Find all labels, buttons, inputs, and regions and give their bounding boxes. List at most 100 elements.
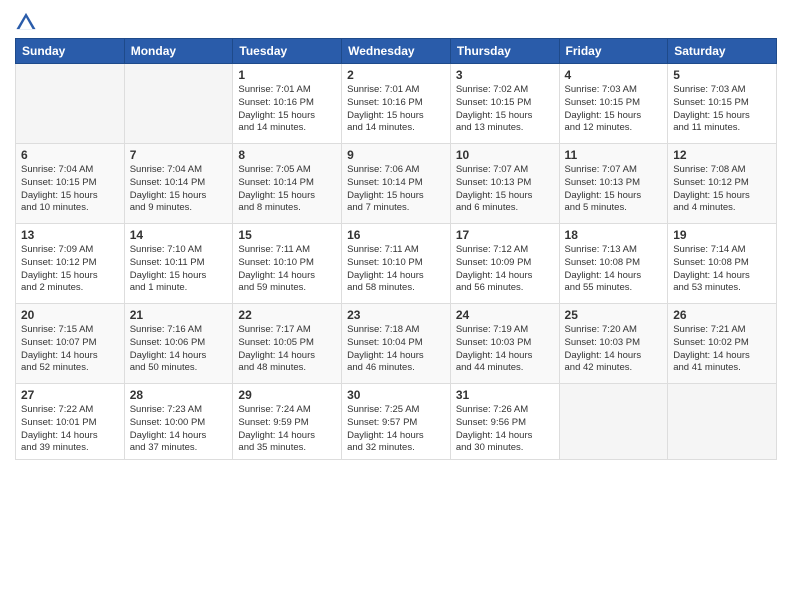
- day-info: Sunrise: 7:17 AM Sunset: 10:05 PM Daylig…: [238, 324, 336, 375]
- day-info: Sunrise: 7:09 AM Sunset: 10:12 PM Daylig…: [21, 244, 119, 295]
- calendar-week-row: 27Sunrise: 7:22 AM Sunset: 10:01 PM Dayl…: [16, 384, 777, 460]
- calendar-cell: 12 Sunrise: 7:08 AM Sunset: 10:12 PM Dayl…: [668, 144, 777, 224]
- calendar-cell: 7 Sunrise: 7:04 AM Sunset: 10:14 PM Dayli…: [124, 144, 233, 224]
- day-number: 15: [238, 228, 336, 242]
- day-number: 5: [673, 68, 771, 82]
- day-number: 20: [21, 308, 119, 322]
- day-info: Sunrise: 7:21 AM Sunset: 10:02 PM Daylig…: [673, 324, 771, 375]
- col-header-monday: Monday: [124, 39, 233, 64]
- day-info: Sunrise: 7:05 AM Sunset: 10:14 PM Daylig…: [238, 164, 336, 215]
- day-number: 10: [456, 148, 554, 162]
- calendar-cell: 10 Sunrise: 7:07 AM Sunset: 10:13 PM Dayl…: [450, 144, 559, 224]
- day-number: 30: [347, 388, 445, 402]
- calendar-cell: 17Sunrise: 7:12 AM Sunset: 10:09 PM Dayl…: [450, 224, 559, 304]
- col-header-thursday: Thursday: [450, 39, 559, 64]
- day-info: Sunrise: 7:04 AM Sunset: 10:14 PM Daylig…: [130, 164, 228, 215]
- day-number: 4: [565, 68, 663, 82]
- calendar-cell: 18 Sunrise: 7:13 AM Sunset: 10:08 PM Dayl…: [559, 224, 668, 304]
- day-info: Sunrise: 7:23 AM Sunset: 10:00 PM Daylig…: [130, 404, 228, 455]
- day-info: Sunrise: 7:14 AM Sunset: 10:08 PM Daylig…: [673, 244, 771, 295]
- day-number: 29: [238, 388, 336, 402]
- col-header-tuesday: Tuesday: [233, 39, 342, 64]
- col-header-friday: Friday: [559, 39, 668, 64]
- day-number: 26: [673, 308, 771, 322]
- col-header-sunday: Sunday: [16, 39, 125, 64]
- calendar-week-row: 20 Sunrise: 7:15 AM Sunset: 10:07 PM Dayl…: [16, 304, 777, 384]
- day-info: Sunrise: 7:06 AM Sunset: 10:14 PM Daylig…: [347, 164, 445, 215]
- day-info: Sunrise: 7:07 AM Sunset: 10:13 PM Daylig…: [565, 164, 663, 215]
- day-info: Sunrise: 7:07 AM Sunset: 10:13 PM Daylig…: [456, 164, 554, 215]
- calendar-cell: 9Sunrise: 7:06 AM Sunset: 10:14 PM Dayli…: [342, 144, 451, 224]
- calendar-cell: 27Sunrise: 7:22 AM Sunset: 10:01 PM Dayl…: [16, 384, 125, 460]
- calendar-cell: 4 Sunrise: 7:03 AM Sunset: 10:15 PM Dayli…: [559, 64, 668, 144]
- day-number: 16: [347, 228, 445, 242]
- day-info: Sunrise: 7:12 AM Sunset: 10:09 PM Daylig…: [456, 244, 554, 295]
- calendar-cell: [124, 64, 233, 144]
- calendar-week-row: 1 Sunrise: 7:01 AM Sunset: 10:16 PM Dayli…: [16, 64, 777, 144]
- calendar-cell: 3Sunrise: 7:02 AM Sunset: 10:15 PM Dayli…: [450, 64, 559, 144]
- day-number: 24: [456, 308, 554, 322]
- day-info: Sunrise: 7:04 AM Sunset: 10:15 PM Daylig…: [21, 164, 119, 215]
- calendar-cell: [16, 64, 125, 144]
- calendar-cell: 30 Sunrise: 7:25 AM Sunset: 9:57 PM Dayli…: [342, 384, 451, 460]
- calendar-cell: 26 Sunrise: 7:21 AM Sunset: 10:02 PM Dayl…: [668, 304, 777, 384]
- calendar-cell: 5 Sunrise: 7:03 AM Sunset: 10:15 PM Dayli…: [668, 64, 777, 144]
- calendar-week-row: 6 Sunrise: 7:04 AM Sunset: 10:15 PM Dayli…: [16, 144, 777, 224]
- day-number: 2: [347, 68, 445, 82]
- day-info: Sunrise: 7:11 AM Sunset: 10:10 PM Daylig…: [347, 244, 445, 295]
- day-number: 7: [130, 148, 228, 162]
- calendar-cell: 29Sunrise: 7:24 AM Sunset: 9:59 PM Dayli…: [233, 384, 342, 460]
- header: [15, 10, 777, 32]
- calendar-cell: 23Sunrise: 7:18 AM Sunset: 10:04 PM Dayl…: [342, 304, 451, 384]
- calendar-cell: 19 Sunrise: 7:14 AM Sunset: 10:08 PM Dayl…: [668, 224, 777, 304]
- day-info: Sunrise: 7:01 AM Sunset: 10:16 PM Daylig…: [238, 84, 336, 135]
- day-number: 22: [238, 308, 336, 322]
- day-info: Sunrise: 7:20 AM Sunset: 10:03 PM Daylig…: [565, 324, 663, 375]
- calendar-cell: 28 Sunrise: 7:23 AM Sunset: 10:00 PM Dayl…: [124, 384, 233, 460]
- day-number: 13: [21, 228, 119, 242]
- day-info: Sunrise: 7:19 AM Sunset: 10:03 PM Daylig…: [456, 324, 554, 375]
- calendar-table: SundayMondayTuesdayWednesdayThursdayFrid…: [15, 38, 777, 460]
- logo-icon: [15, 10, 37, 32]
- calendar-cell: 16 Sunrise: 7:11 AM Sunset: 10:10 PM Dayl…: [342, 224, 451, 304]
- day-info: Sunrise: 7:01 AM Sunset: 10:16 PM Daylig…: [347, 84, 445, 135]
- day-info: Sunrise: 7:08 AM Sunset: 10:12 PM Daylig…: [673, 164, 771, 215]
- day-info: Sunrise: 7:16 AM Sunset: 10:06 PM Daylig…: [130, 324, 228, 375]
- day-info: Sunrise: 7:25 AM Sunset: 9:57 PM Dayligh…: [347, 404, 445, 455]
- day-info: Sunrise: 7:15 AM Sunset: 10:07 PM Daylig…: [21, 324, 119, 375]
- calendar-cell: 11 Sunrise: 7:07 AM Sunset: 10:13 PM Dayl…: [559, 144, 668, 224]
- day-number: 11: [565, 148, 663, 162]
- day-number: 27: [21, 388, 119, 402]
- calendar-week-row: 13 Sunrise: 7:09 AM Sunset: 10:12 PM Dayl…: [16, 224, 777, 304]
- calendar-cell: 31 Sunrise: 7:26 AM Sunset: 9:56 PM Dayli…: [450, 384, 559, 460]
- day-info: Sunrise: 7:13 AM Sunset: 10:08 PM Daylig…: [565, 244, 663, 295]
- calendar-cell: 21 Sunrise: 7:16 AM Sunset: 10:06 PM Dayl…: [124, 304, 233, 384]
- day-number: 31: [456, 388, 554, 402]
- calendar-header-row: SundayMondayTuesdayWednesdayThursdayFrid…: [16, 39, 777, 64]
- calendar-cell: 14Sunrise: 7:10 AM Sunset: 10:11 PM Dayl…: [124, 224, 233, 304]
- day-number: 18: [565, 228, 663, 242]
- calendar-cell: 24 Sunrise: 7:19 AM Sunset: 10:03 PM Dayl…: [450, 304, 559, 384]
- day-number: 8: [238, 148, 336, 162]
- calendar-cell: 13 Sunrise: 7:09 AM Sunset: 10:12 PM Dayl…: [16, 224, 125, 304]
- logo: [15, 10, 41, 32]
- calendar-cell: [559, 384, 668, 460]
- day-number: 19: [673, 228, 771, 242]
- day-info: Sunrise: 7:03 AM Sunset: 10:15 PM Daylig…: [565, 84, 663, 135]
- calendar-cell: 1 Sunrise: 7:01 AM Sunset: 10:16 PM Dayli…: [233, 64, 342, 144]
- day-number: 12: [673, 148, 771, 162]
- calendar-cell: 2 Sunrise: 7:01 AM Sunset: 10:16 PM Dayli…: [342, 64, 451, 144]
- day-number: 6: [21, 148, 119, 162]
- day-number: 28: [130, 388, 228, 402]
- day-number: 1: [238, 68, 336, 82]
- day-info: Sunrise: 7:26 AM Sunset: 9:56 PM Dayligh…: [456, 404, 554, 455]
- calendar-cell: 15Sunrise: 7:11 AM Sunset: 10:10 PM Dayl…: [233, 224, 342, 304]
- calendar-cell: 8 Sunrise: 7:05 AM Sunset: 10:14 PM Dayli…: [233, 144, 342, 224]
- day-info: Sunrise: 7:18 AM Sunset: 10:04 PM Daylig…: [347, 324, 445, 375]
- calendar-cell: 6 Sunrise: 7:04 AM Sunset: 10:15 PM Dayli…: [16, 144, 125, 224]
- calendar-cell: 22 Sunrise: 7:17 AM Sunset: 10:05 PM Dayl…: [233, 304, 342, 384]
- day-info: Sunrise: 7:03 AM Sunset: 10:15 PM Daylig…: [673, 84, 771, 135]
- calendar-cell: [668, 384, 777, 460]
- day-info: Sunrise: 7:10 AM Sunset: 10:11 PM Daylig…: [130, 244, 228, 295]
- day-number: 21: [130, 308, 228, 322]
